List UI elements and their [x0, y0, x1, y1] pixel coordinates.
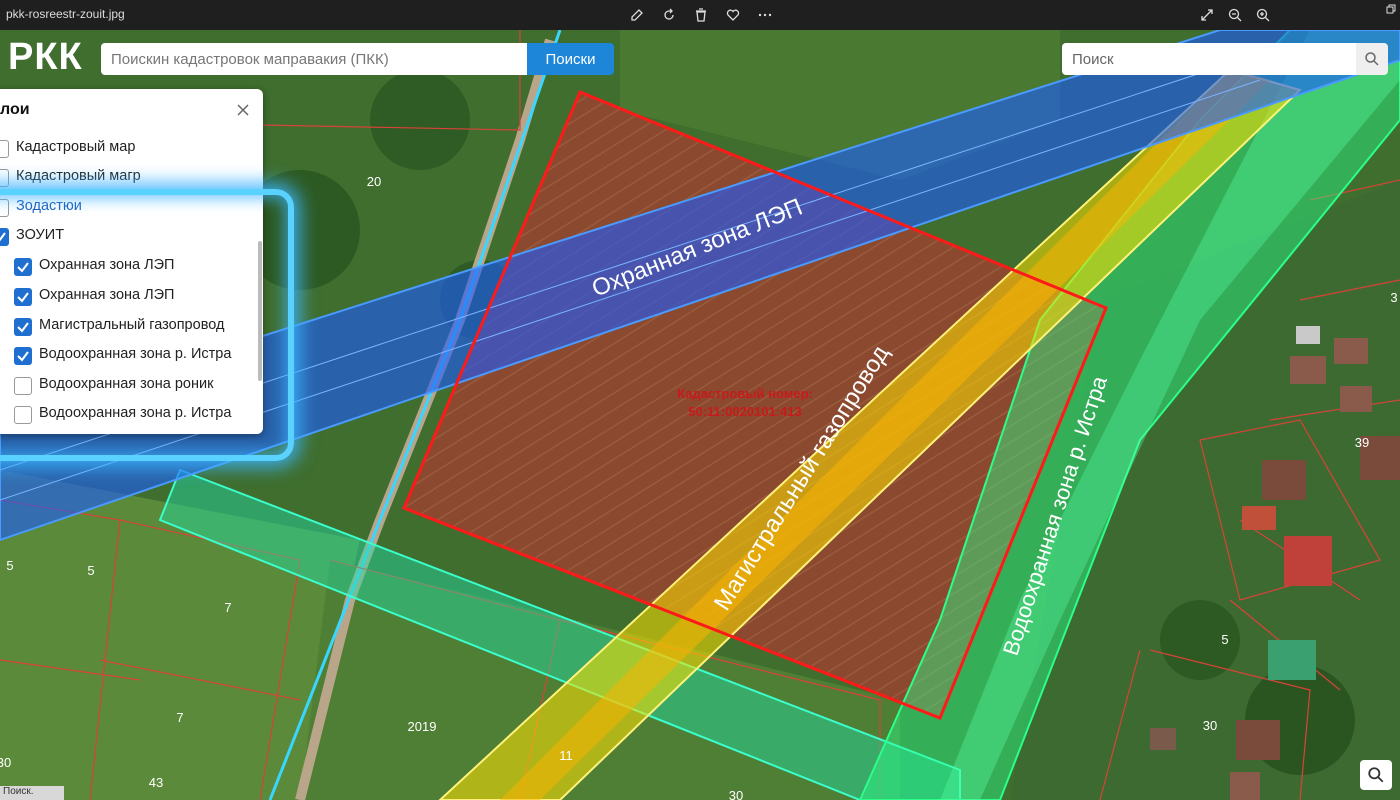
layer-label: Магистральный газопровод [39, 317, 225, 333]
layer-checkbox[interactable] [0, 169, 9, 187]
layer-checkbox[interactable] [14, 258, 32, 276]
viewer-title-bar: pkk-rosreestr-zouit.jpg [0, 0, 1400, 30]
close-icon[interactable] [236, 103, 250, 117]
edit-icon[interactable] [626, 4, 648, 26]
layer-checkbox[interactable] [14, 288, 32, 306]
layers-panel: лои Кадастровый мар Кадастровый магр Зод… [0, 89, 263, 434]
layers-scrollbar[interactable] [258, 241, 262, 381]
cadastral-number-value: 50:11:0020101:413 [688, 404, 802, 419]
viewer-zoom-controls [1196, 4, 1274, 26]
layer-label: ЗОУИТ [16, 227, 65, 243]
magnifier-icon [1368, 767, 1384, 783]
plot-number: 39 [1355, 435, 1369, 450]
zoom-out-icon[interactable] [1224, 4, 1246, 26]
layer-label: Водоохранная зона р. Истра [39, 346, 232, 362]
map-search-input[interactable] [1062, 43, 1356, 75]
plot-number: 2019 [408, 719, 437, 734]
layer-checkbox[interactable] [14, 347, 32, 365]
layer-checkbox[interactable] [0, 228, 9, 246]
plot-number: 30 [0, 755, 11, 770]
layer-checkbox[interactable] [14, 406, 32, 424]
cadastral-number-title: Кадастровый номер: [677, 386, 813, 401]
delete-icon[interactable] [690, 4, 712, 26]
map-magnifier-button[interactable] [1360, 760, 1392, 790]
layer-checkbox[interactable] [14, 377, 32, 395]
layer-label: Зодастюи [16, 198, 82, 214]
plot-number: 7 [224, 600, 231, 615]
search-icon [1365, 52, 1379, 66]
layer-label: Охранная зона ЛЭП [39, 257, 175, 273]
layer-label: Охранная зона ЛЭП [39, 287, 175, 303]
fullscreen-icon[interactable] [1196, 4, 1218, 26]
rotate-icon[interactable] [658, 4, 680, 26]
plot-number: 43 [149, 775, 163, 790]
search-button[interactable]: Поиски [527, 43, 614, 75]
layer-checkbox[interactable] [14, 318, 32, 336]
file-name: pkk-rosreestr-zouit.jpg [6, 7, 125, 21]
plot-number: 3 [1390, 290, 1397, 305]
map-search-button[interactable] [1356, 43, 1388, 75]
plot-number: 30 [1203, 718, 1217, 733]
more-icon[interactable] [754, 4, 776, 26]
cadastral-search-input[interactable] [101, 43, 528, 75]
plot-number: 20 [367, 174, 381, 189]
zoom-in-icon[interactable] [1252, 4, 1274, 26]
plot-number: 7 [176, 710, 183, 725]
layer-label: Кадастровый мар [16, 139, 136, 155]
layer-label: Кадастровый магр [16, 168, 141, 184]
layer-label: Водоохранная зона р. Истра [39, 405, 232, 421]
plot-number: 5 [87, 563, 94, 578]
restore-icon[interactable] [1386, 4, 1396, 14]
plot-number: 5 [1221, 632, 1228, 647]
layers-panel-title: лои [0, 101, 30, 118]
app-logo[interactable]: РКК [8, 36, 83, 79]
status-chip: Поиск. [0, 786, 64, 800]
plot-number: 30 [729, 788, 743, 800]
plot-number: 5 [6, 558, 13, 573]
layer-label: Водоохранная зона роник [39, 376, 214, 392]
viewer-toolbar [626, 4, 776, 26]
heart-icon[interactable] [722, 4, 744, 26]
plot-number: 11 [559, 748, 573, 763]
layer-checkbox[interactable] [0, 140, 9, 158]
layer-checkbox[interactable] [0, 199, 9, 217]
